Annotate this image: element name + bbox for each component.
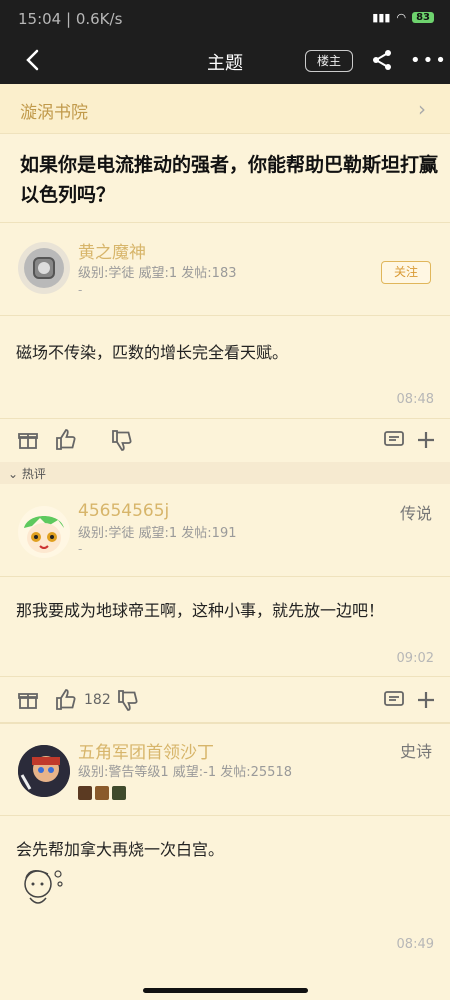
divider bbox=[0, 722, 450, 724]
avatar-image bbox=[18, 745, 70, 797]
wifi-icon: ◠ bbox=[396, 11, 407, 24]
avatar[interactable] bbox=[18, 242, 70, 294]
user-meta: 级别:学徒 威望:1 发帖:183 bbox=[78, 266, 237, 281]
chevron-right-icon: › bbox=[418, 97, 426, 121]
signal-icon: ▮▮▮ bbox=[372, 11, 391, 24]
thumbs-up-icon[interactable] bbox=[54, 428, 78, 452]
badge-icon bbox=[95, 786, 109, 800]
avatar-image bbox=[24, 516, 64, 553]
username[interactable]: 黄之魔神 bbox=[78, 238, 146, 263]
divider bbox=[0, 815, 450, 816]
status-icons: ▮▮▮ ◠ 83 bbox=[372, 11, 434, 24]
forum-name: 漩涡书院 bbox=[20, 103, 88, 123]
follow-button[interactable]: 关注 bbox=[381, 261, 431, 284]
hot-label: 热评 bbox=[21, 467, 46, 481]
post-content: 会先帮加拿大再烧一次白宫。 bbox=[16, 840, 225, 859]
op-only-button[interactable]: 楼主 bbox=[305, 50, 353, 72]
user-signature: - bbox=[78, 542, 83, 556]
comment-icon[interactable] bbox=[382, 428, 406, 452]
like-count: 182 bbox=[84, 692, 111, 708]
user-badges bbox=[78, 786, 126, 800]
username[interactable]: 45654565j bbox=[78, 501, 169, 521]
gift-icon[interactable] bbox=[16, 428, 40, 452]
post-actions bbox=[0, 420, 450, 460]
thumbs-up-icon[interactable] bbox=[54, 688, 78, 712]
chevron-down-icon: ⌄ bbox=[8, 467, 19, 481]
forum-bar[interactable]: 漩涡书院 › bbox=[0, 84, 450, 134]
battery-icon: 83 bbox=[412, 12, 434, 23]
user-meta: 级别:学徒 威望:1 发帖:191 bbox=[78, 526, 237, 541]
thread-title: 如果你是电流推动的强者，你能帮助巴勒斯坦打赢以色列吗？ bbox=[20, 154, 439, 206]
app-header: 主题 楼主 ••• bbox=[0, 38, 450, 84]
divider bbox=[0, 676, 450, 677]
plus-icon[interactable] bbox=[414, 428, 438, 452]
post-time: 08:49 bbox=[396, 937, 434, 952]
share-icon[interactable] bbox=[370, 48, 394, 72]
avatar-image bbox=[24, 248, 64, 288]
thumbs-down-icon[interactable] bbox=[110, 428, 134, 452]
post-content: 磁场不传染，匹数的增长完全看天赋。 bbox=[16, 343, 289, 362]
user-meta: 级别:警告等级1 威望:-1 发帖:25518 bbox=[78, 765, 292, 780]
user-rank: 传说 bbox=[399, 504, 432, 523]
badge-icon bbox=[78, 786, 92, 800]
user-rank: 史诗 bbox=[399, 742, 432, 761]
divider bbox=[0, 315, 450, 316]
more-icon[interactable]: ••• bbox=[410, 52, 448, 70]
sticker-image bbox=[24, 870, 63, 904]
home-indicator bbox=[143, 988, 308, 993]
badge-icon bbox=[112, 786, 126, 800]
avatar[interactable] bbox=[18, 506, 70, 558]
user-signature: - bbox=[78, 283, 83, 297]
gift-icon[interactable] bbox=[16, 688, 40, 712]
divider bbox=[0, 418, 450, 419]
comment-icon[interactable] bbox=[382, 688, 406, 712]
avatar[interactable] bbox=[18, 745, 70, 797]
hot-comments-bar: ⌄ 热评 bbox=[0, 462, 450, 484]
divider bbox=[0, 576, 450, 577]
plus-icon[interactable] bbox=[414, 688, 438, 712]
post-content: 那我要成为地球帝王啊，这种小事，就先放一边吧！ bbox=[16, 601, 385, 620]
username[interactable]: 五角军团首领沙丁 bbox=[78, 738, 214, 763]
status-bar: 15:04 | 0.6K/s ▮▮▮ ◠ 83 bbox=[0, 0, 450, 38]
thumbs-down-icon[interactable] bbox=[116, 688, 140, 712]
post-time: 09:02 bbox=[396, 651, 434, 666]
post-actions: 182 bbox=[0, 680, 450, 720]
divider bbox=[0, 222, 450, 223]
post-time: 08:48 bbox=[396, 392, 434, 407]
